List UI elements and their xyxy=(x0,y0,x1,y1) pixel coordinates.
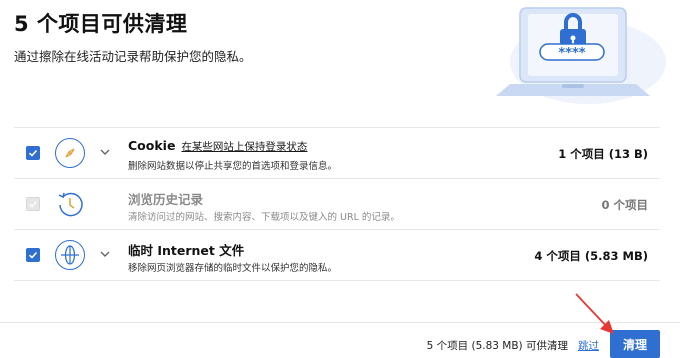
item-count: 1 个项目 (13 B) xyxy=(558,147,648,161)
cleanup-summary: 5 个项目 (5.83 MB) 可供清理 xyxy=(426,340,568,352)
list-item-cookie: Cookie 在某些网站上保持登录状态 删除网站数据以停止共享您的首选项和登录信息… xyxy=(14,128,660,179)
item-count: 0 个项目 xyxy=(601,198,648,212)
chevron-down-icon[interactable] xyxy=(98,145,112,159)
list-item-history: 浏览历史记录 清除访问过的网站、搜索内容、下载项以及键入的 URL 的记录。 0… xyxy=(14,179,660,230)
laptop-lock-illustration: **** xyxy=(496,7,666,104)
compass-icon xyxy=(55,138,85,168)
cookie-checkbox[interactable] xyxy=(26,146,40,160)
skip-link[interactable]: 跳过 xyxy=(578,338,599,353)
arrow-annotation-icon xyxy=(575,293,614,334)
globe-icon xyxy=(55,240,85,270)
item-description: 移除网页浏览器存储的临时文件以保护您的隐私。 xyxy=(128,263,338,274)
temp-files-checkbox[interactable] xyxy=(26,248,40,262)
list-item-temp-files: 临时 Internet 文件 移除网页浏览器存储的临时文件以保护您的隐私。 4 … xyxy=(14,230,660,281)
check-icon xyxy=(28,149,38,157)
item-count: 4 个项目 (5.83 MB) xyxy=(534,249,648,263)
cleanup-list: Cookie 在某些网站上保持登录状态 删除网站数据以停止共享您的首选项和登录信息… xyxy=(14,127,660,281)
check-icon xyxy=(28,251,38,259)
check-icon xyxy=(28,200,38,208)
keep-signed-in-link[interactable]: 在某些网站上保持登录状态 xyxy=(181,141,307,153)
history-checkbox[interactable] xyxy=(26,197,40,211)
page-subtitle: 通过擦除在线活动记录帮助保护您的隐私。 xyxy=(14,49,252,64)
page-title: 5 个项目可供清理 xyxy=(14,12,188,36)
history-icon xyxy=(58,192,83,217)
item-name: Cookie 在某些网站上保持登录状态 xyxy=(128,138,308,153)
item-description: 清除访问过的网站、搜索内容、下载项以及键入的 URL 的记录。 xyxy=(128,212,400,223)
item-name: 临时 Internet 文件 xyxy=(128,243,245,258)
chevron-down-icon[interactable] xyxy=(98,247,112,261)
item-name: 浏览历史记录 xyxy=(128,192,204,207)
password-mask: **** xyxy=(558,46,585,61)
item-description: 删除网站数据以停止共享您的首选项和登录信息。 xyxy=(128,161,338,172)
